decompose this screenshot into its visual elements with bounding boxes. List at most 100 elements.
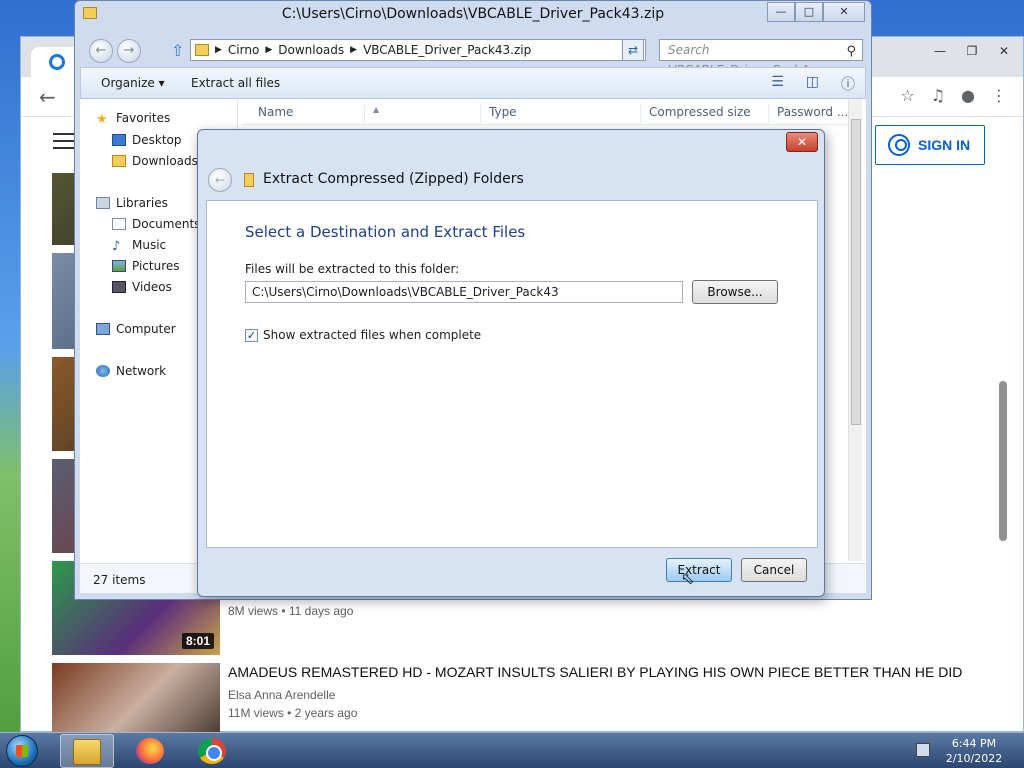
- page-scrollbar[interactable]: [999, 381, 1007, 541]
- address-bar[interactable]: ▶ Cirno ▶ Downloads ▶ VBCABLE_Driver_Pac…: [190, 39, 646, 61]
- dialog-title: Extract Compressed (Zipped) Folders: [263, 171, 524, 187]
- nav-item-computer[interactable]: Computer: [96, 322, 176, 336]
- music-icon: ♪: [112, 239, 121, 254]
- item-count: 27 items: [93, 573, 146, 587]
- close-icon[interactable]: ✕: [823, 2, 865, 22]
- taskbar: 6:44 PM 2/10/2022: [0, 732, 1024, 768]
- column-header-type[interactable]: Type: [480, 105, 517, 123]
- nav-item-pictures[interactable]: Pictures: [112, 259, 180, 273]
- column-headers: Name ▲ Type Compressed size Password ...: [242, 99, 854, 125]
- nav-label: Desktop: [132, 133, 182, 147]
- minimize-icon[interactable]: —: [925, 41, 955, 61]
- nav-item-network[interactable]: Network: [96, 364, 166, 378]
- close-icon[interactable]: ✕: [786, 132, 818, 152]
- nav-item-libraries[interactable]: Libraries: [96, 196, 168, 210]
- back-button[interactable]: ←: [89, 39, 113, 63]
- command-bar: Organize ▾ Extract all files ☰ ◫ ⓘ: [80, 67, 866, 99]
- column-header-password[interactable]: Password ...: [768, 105, 848, 123]
- more-menu-icon[interactable]: ⋮: [991, 86, 1007, 105]
- folder-icon: [195, 44, 209, 56]
- nav-item-downloads[interactable]: Downloads: [112, 154, 198, 168]
- chevron-right-icon[interactable]: ▶: [265, 45, 272, 55]
- taskbar-explorer[interactable]: [60, 734, 114, 768]
- video-duration: 8:01: [181, 633, 214, 649]
- star-icon[interactable]: ☆: [900, 86, 914, 105]
- nav-item-music[interactable]: ♪ Music: [112, 238, 167, 254]
- search-icon[interactable]: ⚲: [846, 42, 856, 62]
- show-files-label[interactable]: Show extracted files when complete: [263, 328, 481, 342]
- chevron-right-icon[interactable]: ▶: [215, 45, 222, 55]
- back-button[interactable]: ←: [208, 168, 232, 192]
- profile-icon[interactable]: ●: [961, 86, 975, 105]
- help-icon[interactable]: ⓘ: [841, 74, 855, 94]
- chevron-right-icon[interactable]: ▶: [350, 45, 357, 55]
- dialog-body: Select a Destination and Extract Files F…: [206, 200, 818, 548]
- browse-button[interactable]: Browse...: [692, 280, 778, 304]
- nav-label: Downloads: [132, 154, 198, 168]
- column-header-name[interactable]: Name: [250, 105, 293, 123]
- nav-label: Favorites: [116, 111, 171, 125]
- destination-path-input[interactable]: C:\Users\Cirno\Downloads\VBCABLE_Driver_…: [245, 281, 683, 303]
- maximize-icon[interactable]: ❐: [957, 41, 987, 61]
- chrome-tab-icon: [49, 54, 65, 70]
- nav-item-desktop[interactable]: Desktop: [112, 133, 182, 147]
- extract-button[interactable]: Extract: [666, 558, 732, 582]
- column-header-compressed-size[interactable]: Compressed size: [640, 105, 751, 123]
- breadcrumb-item[interactable]: Cirno: [228, 43, 259, 57]
- file-list-scrollbar[interactable]: [848, 99, 862, 561]
- forward-button[interactable]: →: [117, 39, 141, 63]
- minimize-icon[interactable]: —: [767, 2, 795, 22]
- nav-item-documents[interactable]: Documents: [112, 217, 200, 231]
- back-arrow-icon[interactable]: ←: [39, 85, 56, 109]
- view-options-icon[interactable]: ☰: [771, 74, 784, 94]
- up-arrow-icon[interactable]: ⇧: [171, 41, 184, 60]
- nav-label: Computer: [116, 322, 176, 336]
- close-icon[interactable]: ✕: [989, 41, 1019, 61]
- nav-label: Libraries: [116, 196, 168, 210]
- chrome-window-controls: — ❐ ✕: [925, 41, 1019, 61]
- start-button[interactable]: [6, 735, 38, 767]
- nav-item-favorites[interactable]: ★ Favorites: [96, 111, 171, 127]
- libraries-icon: [96, 197, 110, 209]
- sign-in-button[interactable]: SIGN IN: [875, 125, 985, 165]
- nav-label: Music: [132, 238, 167, 252]
- clock-date: 2/10/2022: [945, 752, 1003, 765]
- pictures-icon: [112, 260, 126, 272]
- maximize-icon[interactable]: □: [795, 2, 823, 22]
- view-controls: ☰ ◫ ⓘ: [771, 74, 855, 94]
- network-icon: [96, 365, 110, 377]
- sign-in-label: SIGN IN: [918, 137, 971, 153]
- taskbar-firefox[interactable]: [124, 734, 178, 768]
- breadcrumb-item[interactable]: Downloads: [278, 43, 344, 57]
- computer-icon: [96, 323, 110, 335]
- chrome-toolbar-icons: ☆ ♫ ● ⋮: [900, 86, 1007, 105]
- video-title[interactable]: AMADEUS REMASTERED HD - MOZART INSULTS S…: [228, 664, 962, 680]
- breadcrumb-item[interactable]: VBCABLE_Driver_Pack43.zip: [363, 43, 531, 57]
- chrome-icon: [198, 738, 226, 764]
- cancel-button[interactable]: Cancel: [741, 558, 807, 582]
- search-input[interactable]: Search VBCABLE_Driver_Pack4... ⚲: [659, 39, 863, 77]
- taskbar-chrome[interactable]: [186, 734, 240, 768]
- clock-time: 6:44 PM: [951, 737, 997, 750]
- media-control-icon[interactable]: ♫: [931, 86, 945, 105]
- taskbar-clock[interactable]: 6:44 PM 2/10/2022: [940, 736, 1008, 766]
- network-tray-icon[interactable]: [916, 743, 930, 757]
- preview-pane-icon[interactable]: ◫: [806, 74, 819, 94]
- show-files-checkbox[interactable]: ✓: [245, 329, 258, 342]
- nav-label: Network: [116, 364, 167, 378]
- videos-icon: [112, 281, 126, 293]
- video-channel[interactable]: Elsa Anna Arendelle: [228, 688, 335, 702]
- hamburger-menu-icon[interactable]: [53, 133, 75, 149]
- window-controls: — □ ✕: [767, 2, 865, 22]
- extract-dialog: ✕ ← Extract Compressed (Zipped) Folders …: [197, 129, 825, 597]
- refresh-icon[interactable]: ⇄: [622, 39, 644, 61]
- window-title: C:\Users\Cirno\Downloads\VBCABLE_Driver_…: [281, 6, 665, 22]
- documents-icon: [112, 218, 126, 230]
- organize-menu[interactable]: Organize ▾: [101, 76, 165, 90]
- scrollbar-thumb[interactable]: [851, 119, 861, 425]
- nav-item-videos[interactable]: Videos: [112, 280, 172, 294]
- nav-label: Documents: [132, 217, 201, 231]
- extract-all-button[interactable]: Extract all files: [191, 76, 280, 90]
- nav-label: Pictures: [132, 259, 180, 273]
- video-meta: 11M views • 2 years ago: [228, 706, 358, 720]
